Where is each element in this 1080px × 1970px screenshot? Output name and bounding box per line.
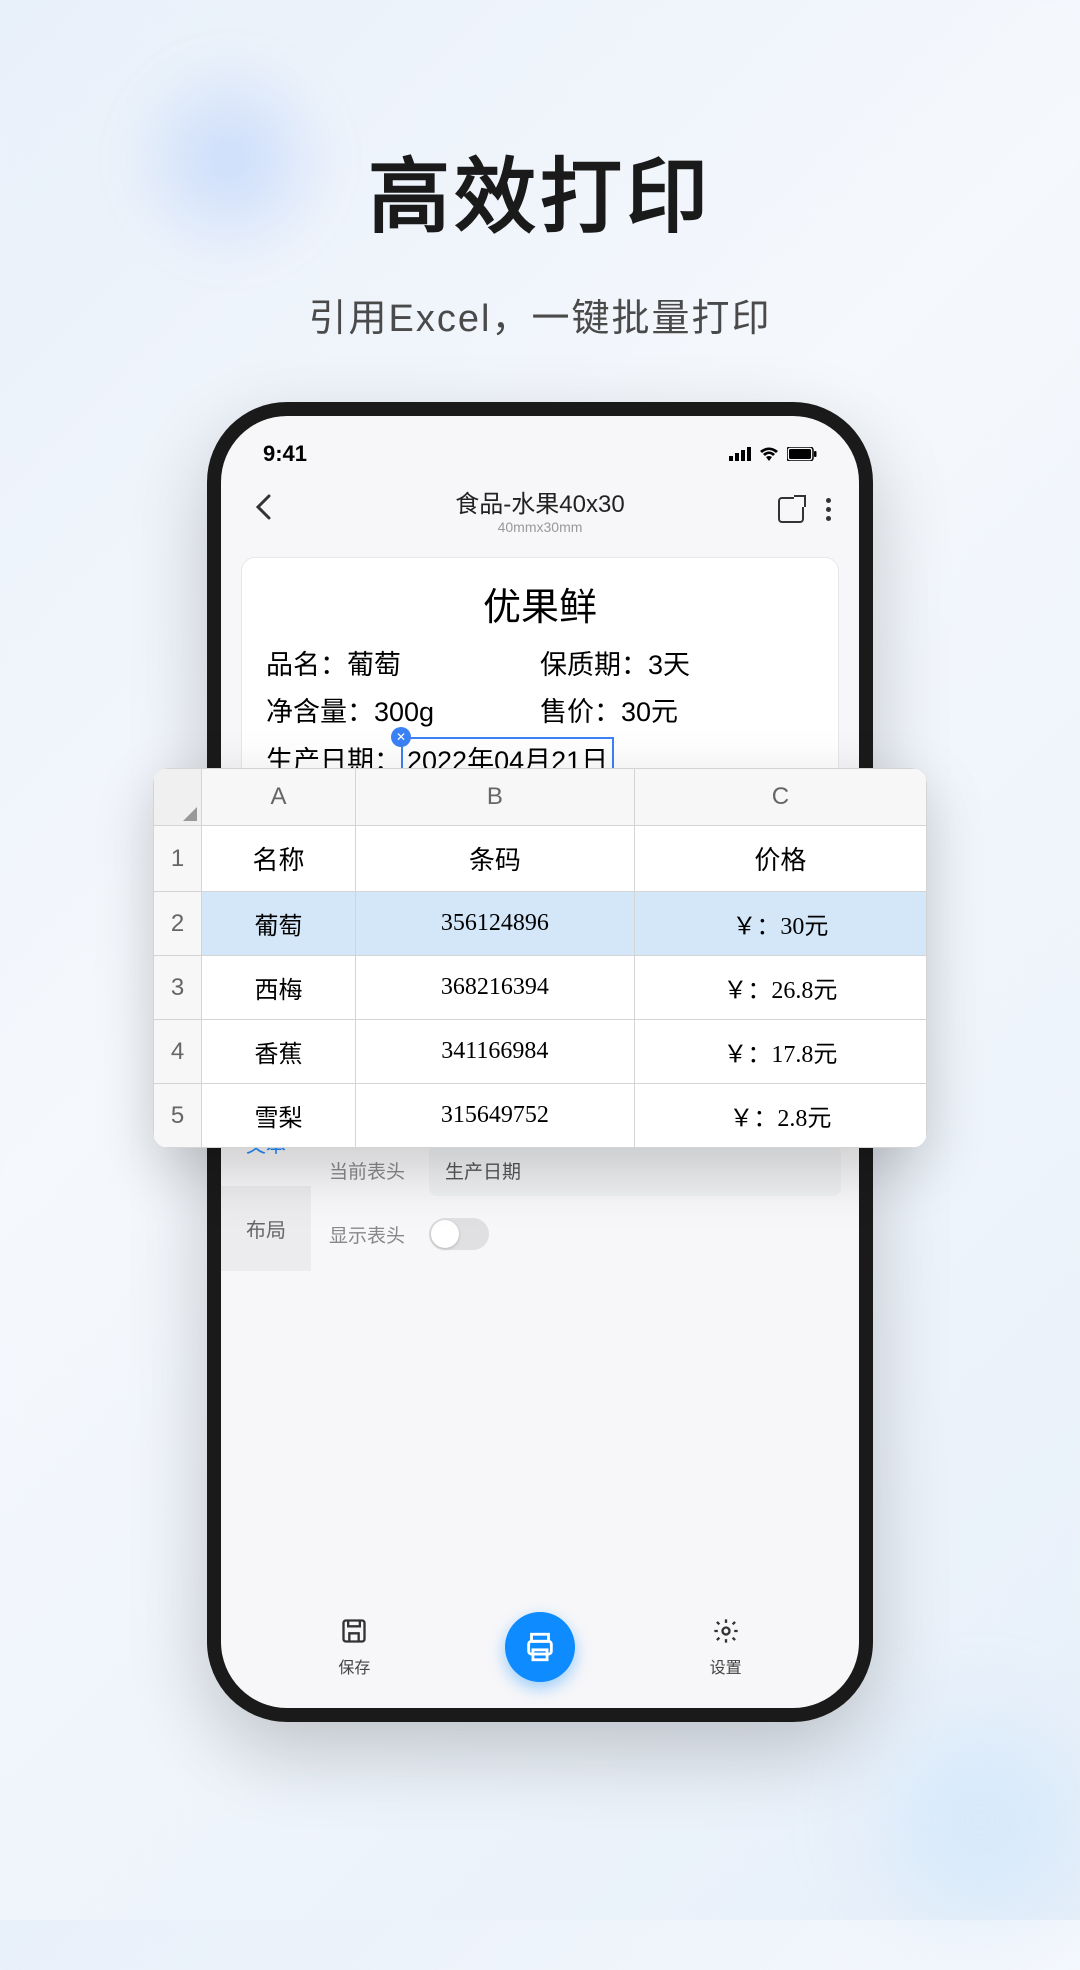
settings-button[interactable]: 设置 <box>710 1617 742 1678</box>
excel-table: A B C 1 名称 条码 价格 2葡萄356124896￥：30元3西梅368… <box>153 768 927 1148</box>
delete-handle-icon[interactable]: ✕ <box>391 727 411 747</box>
excel-overlay: A B C 1 名称 条码 价格 2葡萄356124896￥：30元3西梅368… <box>153 768 927 1148</box>
excel-row[interactable]: 2葡萄356124896￥：30元 <box>154 892 927 956</box>
wifi-icon <box>759 441 779 467</box>
gear-icon <box>710 1617 742 1652</box>
current-header-value: 生产日期 <box>445 1157 521 1184</box>
excel-col-a[interactable]: A <box>202 769 356 826</box>
label-name-label: 品名： <box>266 650 347 680</box>
excel-row[interactable]: 3西梅368216394￥：26.8元 <box>154 956 927 1020</box>
excel-cell[interactable]: 香蕉 <box>202 1020 356 1084</box>
status-time: 9:41 <box>263 441 307 467</box>
back-button[interactable] <box>245 484 281 535</box>
save-label: 保存 <box>338 1654 370 1678</box>
excel-cell[interactable]: 西梅 <box>202 956 356 1020</box>
excel-row[interactable]: 4香蕉341166984￥：17.8元 <box>154 1020 927 1084</box>
nav-bar: 食品-水果40x30 40mmx30mm <box>221 474 859 549</box>
headline-subtitle: 引用Excel，一键批量打印 <box>0 287 1080 342</box>
excel-header-name[interactable]: 名称 <box>202 826 356 892</box>
label-shelf-label: 保质期： <box>540 650 648 680</box>
nav-subtitle: 40mmx30mm <box>455 519 624 535</box>
label-name-value[interactable]: 葡萄 <box>347 650 401 680</box>
side-tab-layout[interactable]: 布局 <box>221 1186 311 1271</box>
print-button[interactable] <box>505 1612 575 1682</box>
current-header-field[interactable]: 生产日期 <box>429 1145 841 1196</box>
more-icon[interactable] <box>822 494 835 525</box>
excel-row-1[interactable]: 1 <box>154 826 202 892</box>
excel-cell[interactable]: 葡萄 <box>202 892 356 956</box>
bg-accent-2 <box>830 1670 1080 1970</box>
current-header-label: 当前表头 <box>329 1157 409 1184</box>
excel-cell[interactable]: 341166984 <box>355 1020 634 1084</box>
label-price-value[interactable]: 30元 <box>621 697 678 727</box>
save-icon <box>338 1617 370 1652</box>
show-header-label: 显示表头 <box>329 1221 409 1248</box>
label-weight-label: 净含量： <box>266 697 374 727</box>
label-shelf-value[interactable]: 3天 <box>648 650 690 680</box>
bg-accent <box>120 50 340 270</box>
excel-header-price[interactable]: 价格 <box>634 826 926 892</box>
excel-cell[interactable]: 356124896 <box>355 892 634 956</box>
nav-title-block: 食品-水果40x30 40mmx30mm <box>455 484 624 535</box>
status-icons <box>729 441 817 467</box>
excel-cell[interactable]: ￥：26.8元 <box>634 956 926 1020</box>
label-weight-value[interactable]: 300g <box>374 697 434 727</box>
excel-header-barcode[interactable]: 条码 <box>355 826 634 892</box>
excel-row-num[interactable]: 2 <box>154 892 202 956</box>
settings-label: 设置 <box>710 1654 742 1678</box>
nav-title: 食品-水果40x30 <box>455 484 624 519</box>
excel-row-num[interactable]: 3 <box>154 956 202 1020</box>
show-header-toggle[interactable] <box>429 1218 489 1250</box>
excel-col-c[interactable]: C <box>634 769 926 826</box>
excel-cell[interactable]: 雪梨 <box>202 1084 356 1148</box>
signal-icon <box>729 441 751 467</box>
save-button[interactable]: 保存 <box>338 1617 370 1678</box>
excel-corner[interactable] <box>154 769 202 826</box>
excel-cell[interactable]: 368216394 <box>355 956 634 1020</box>
status-bar: 9:41 <box>221 416 859 474</box>
battery-icon <box>787 441 817 467</box>
excel-row[interactable]: 5雪梨315649752￥：2.8元 <box>154 1084 927 1148</box>
print-icon <box>523 1630 557 1664</box>
excel-cell[interactable]: ￥：30元 <box>634 892 926 956</box>
excel-cell[interactable]: 315649752 <box>355 1084 634 1148</box>
excel-col-b[interactable]: B <box>355 769 634 826</box>
excel-row-num[interactable]: 4 <box>154 1020 202 1084</box>
bottom-bar: 保存 设置 <box>221 1612 859 1682</box>
label-brand[interactable]: 优果鲜 <box>266 576 814 631</box>
excel-cell[interactable]: ￥：2.8元 <box>634 1084 926 1148</box>
label-price-label: 售价： <box>540 697 621 727</box>
fullscreen-icon[interactable] <box>778 497 804 523</box>
excel-cell[interactable]: ￥：17.8元 <box>634 1020 926 1084</box>
excel-row-num[interactable]: 5 <box>154 1084 202 1148</box>
